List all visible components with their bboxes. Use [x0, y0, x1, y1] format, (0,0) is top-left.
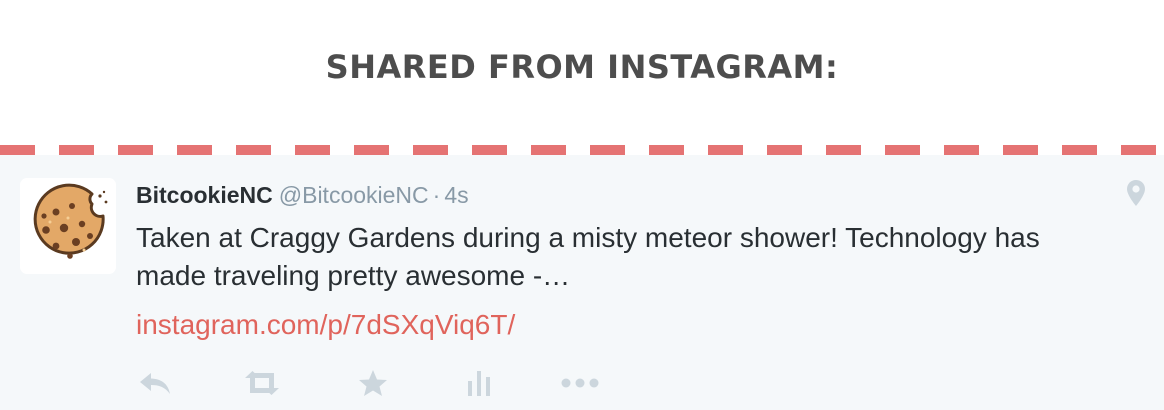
star-icon [359, 370, 387, 396]
author-handle[interactable]: @BitcookieNC [279, 182, 429, 208]
header-separator: · [432, 182, 441, 208]
reply-icon [140, 373, 170, 394]
cookie-icon [33, 183, 108, 259]
map-pin-icon[interactable] [1126, 179, 1146, 207]
tweet-header: BitcookieNC @BitcookieNC · 4s [136, 180, 469, 210]
reply-button[interactable] [138, 363, 172, 403]
tweet-card: BitcookieNC @BitcookieNC · 4s Taken at Crag… [0, 155, 1164, 410]
bar-chart-icon [468, 371, 490, 396]
page-header: SHARED FROM INSTAGRAM: [0, 0, 1164, 145]
retweet-icon [245, 371, 279, 395]
more-button[interactable] [560, 363, 600, 403]
tweet-actions [136, 363, 736, 403]
tweet-text: Taken at Craggy Gardens during a misty m… [136, 222, 1040, 291]
avatar[interactable] [20, 178, 116, 274]
retweet-button[interactable] [242, 363, 282, 403]
timestamp[interactable]: 4s [444, 182, 468, 208]
instagram-link[interactable]: instagram.com/p/7dSXqViq6T/ [136, 306, 515, 344]
page-title: SHARED FROM INSTAGRAM: [325, 48, 839, 86]
analytics-button[interactable] [466, 363, 492, 403]
favorite-button[interactable] [358, 363, 388, 403]
author-name[interactable]: BitcookieNC [136, 182, 273, 208]
more-dots-icon [561, 378, 599, 388]
dashed-divider [0, 145, 1164, 155]
